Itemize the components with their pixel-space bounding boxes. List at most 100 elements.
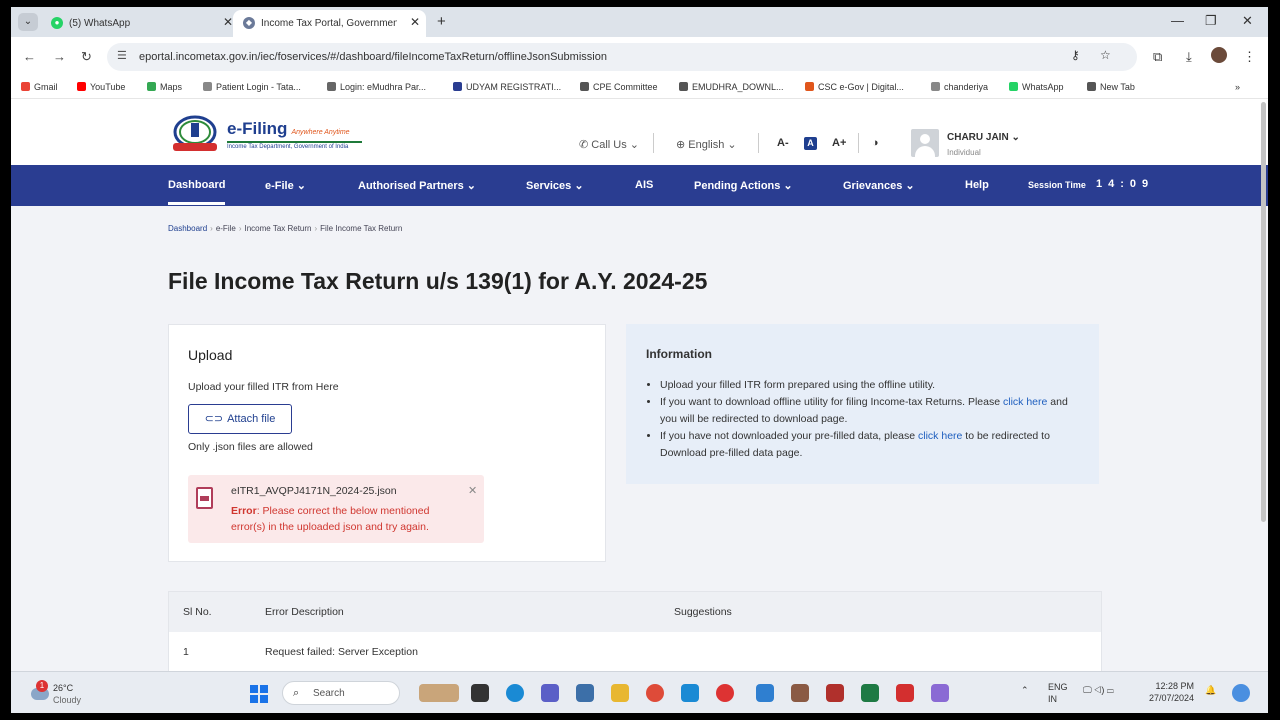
url-field[interactable]: ☰ eportal.incometax.gov.in/iec/foservice… [107, 43, 1137, 71]
page-scrollbar[interactable] [1261, 102, 1266, 522]
site-info-icon[interactable]: ☰ [117, 49, 127, 62]
forward-icon[interactable]: → [53, 49, 66, 64]
search-highlight-icon[interactable] [419, 684, 459, 702]
tab-income-tax[interactable]: ◆ Income Tax Portal, Governmen ✕ [233, 10, 426, 37]
url-text[interactable]: eportal.incometax.gov.in/iec/foservices/… [139, 51, 607, 63]
notification-bell-icon[interactable]: 🔔 [1205, 685, 1216, 696]
info-bullet: If you have not downloaded your pre-fill… [660, 428, 1080, 462]
font-normal-button[interactable]: A [804, 137, 817, 150]
bookmark-chanderiya[interactable]: chanderiya [931, 82, 988, 92]
bookmark-csc[interactable]: CSC e-Gov | Digital... [805, 82, 904, 92]
avatar[interactable] [911, 129, 939, 157]
remove-file-icon[interactable]: ✕ [468, 484, 477, 497]
mail-icon[interactable] [576, 684, 594, 702]
font-increase-button[interactable]: A+ [832, 137, 846, 149]
file-explorer-icon[interactable] [611, 684, 629, 702]
close-tab-icon[interactable]: ✕ [223, 15, 233, 29]
tab-search-button[interactable]: ⌄ [18, 13, 38, 31]
bookmark-udyam[interactable]: UDYAM REGISTRATI... [453, 82, 561, 92]
minimize-icon[interactable]: — [1171, 13, 1184, 28]
task-view-icon[interactable] [471, 684, 489, 702]
call-us-button[interactable]: ✆ Call Us ⌄ [579, 138, 639, 151]
restore-icon[interactable]: ❐ [1205, 13, 1217, 29]
nav-efile[interactable]: e-File ⌄ [265, 179, 306, 192]
bookmark-gmail[interactable]: Gmail [21, 82, 58, 92]
bookmark-maps[interactable]: Maps [147, 82, 182, 92]
info-bullet: If you want to download offline utility … [660, 394, 1080, 428]
bookmark-cpe[interactable]: CPE Committee [580, 82, 658, 92]
nav-grievances[interactable]: Grievances ⌄ [843, 179, 915, 192]
site-header: e-Filing Anywhere Anytime Income Tax Depa… [11, 99, 1268, 165]
bookmark-emudhra-login[interactable]: Login: eMudhra Par... [327, 82, 426, 92]
bookmark-emudhra-download[interactable]: EMUDHRA_DOWNL... [679, 82, 784, 92]
app-icon[interactable] [931, 684, 949, 702]
edge-browser-icon[interactable] [506, 684, 524, 702]
bookmark-star-icon[interactable]: ☆ [1100, 48, 1111, 62]
breadcrumb-efile[interactable]: e-File [216, 224, 236, 233]
reload-icon[interactable]: ↻ [81, 49, 92, 65]
download-utility-link[interactable]: click here [1003, 396, 1047, 408]
copilot-icon[interactable] [1232, 684, 1250, 702]
font-decrease-button[interactable]: A- [777, 137, 789, 149]
password-key-icon[interactable]: ⚷ [1071, 48, 1080, 62]
teams-icon[interactable] [541, 684, 559, 702]
system-clock[interactable]: 12:28 PM 27/07/2024 [1149, 680, 1194, 704]
globe-icon [203, 82, 212, 91]
errors-table: Sl No. Error Description Suggestions 1 R… [168, 591, 1102, 675]
taskbar-search[interactable]: ⌕ Search [282, 681, 400, 705]
screen: ⌄ ● (5) WhatsApp ✕ ◆ Income Tax Portal, … [11, 7, 1268, 713]
app-icon[interactable] [716, 684, 734, 702]
contrast-icon[interactable]: ◑ [872, 137, 879, 149]
extensions-icon[interactable]: ⧉ [1153, 49, 1162, 65]
more-bookmarks-icon[interactable]: » [1235, 82, 1240, 92]
nav-label: Authorised Partners [358, 180, 464, 192]
close-window-icon[interactable]: ✕ [1242, 13, 1253, 29]
download-icon[interactable]: ⤓ [1186, 49, 1192, 65]
paperclip-icon: ⊂⊃ [204, 413, 224, 425]
breadcrumb-income-tax-return[interactable]: Income Tax Return [245, 224, 312, 233]
user-menu[interactable]: CHARU JAIN ⌄ [947, 132, 1020, 143]
brand-name: e-Filing [227, 119, 288, 138]
menu-dots-icon[interactable]: ⋮ [1243, 49, 1256, 65]
nav-help[interactable]: Help [965, 179, 989, 191]
nav-authorised-partners[interactable]: Authorised Partners ⌄ [358, 179, 476, 192]
gmail-icon [21, 82, 30, 91]
app-icon[interactable] [826, 684, 844, 702]
nav-dashboard[interactable]: Dashboard [168, 179, 226, 205]
nav-ais[interactable]: AIS [635, 179, 653, 191]
efiling-logo-icon[interactable] [169, 115, 221, 153]
app-icon[interactable] [791, 684, 809, 702]
close-tab-icon[interactable]: ✕ [410, 15, 420, 29]
nav-pending-actions[interactable]: Pending Actions ⌄ [694, 179, 793, 192]
excel-icon[interactable] [861, 684, 879, 702]
divider [858, 133, 859, 153]
main-content: Dashboard › e-File › Income Tax Return › File … [11, 206, 1268, 675]
attach-file-button[interactable]: ⊂⊃ Attach file [188, 404, 292, 434]
phone-icon: ✆ [579, 139, 592, 151]
profile-avatar[interactable] [1211, 47, 1227, 63]
bookmark-youtube[interactable]: YouTube [77, 82, 125, 92]
nav-services[interactable]: Services ⌄ [526, 179, 584, 192]
upload-card: Upload Upload your filled ITR from Here … [168, 324, 606, 562]
tray-chevron-icon[interactable]: ⌃ [1021, 685, 1029, 696]
language-selector[interactable]: ⊕ English ⌄ [676, 138, 737, 151]
pdf-icon[interactable] [896, 684, 914, 702]
chrome-icon[interactable] [646, 684, 664, 702]
efiling-brand[interactable]: e-Filing Anywhere Anytime Income Tax Depa… [227, 119, 362, 150]
bookmark-whatsapp[interactable]: WhatsApp [1009, 82, 1064, 92]
bookmark-new-tab[interactable]: New Tab [1087, 82, 1135, 92]
bookmark-patient-login[interactable]: Patient Login - Tata... [203, 82, 301, 92]
windows-start-icon[interactable] [250, 685, 268, 703]
page-title: File Income Tax Return u/s 139(1) for A.… [168, 268, 708, 294]
breadcrumb-current: File Income Tax Return [320, 224, 403, 233]
prefilled-data-link[interactable]: click here [918, 430, 962, 442]
breadcrumb-dashboard[interactable]: Dashboard [168, 224, 207, 233]
language-indicator[interactable]: ENG IN [1048, 681, 1068, 705]
error-label: Error [231, 505, 257, 517]
new-tab-button[interactable]: + [437, 13, 446, 30]
back-icon[interactable]: ← [23, 49, 36, 64]
tab-whatsapp[interactable]: ● (5) WhatsApp ✕ [41, 10, 233, 37]
store-icon[interactable] [756, 684, 774, 702]
network-volume-battery-icons[interactable]: 🖵 ◁) ▭ [1083, 685, 1114, 696]
app-icon[interactable] [681, 684, 699, 702]
